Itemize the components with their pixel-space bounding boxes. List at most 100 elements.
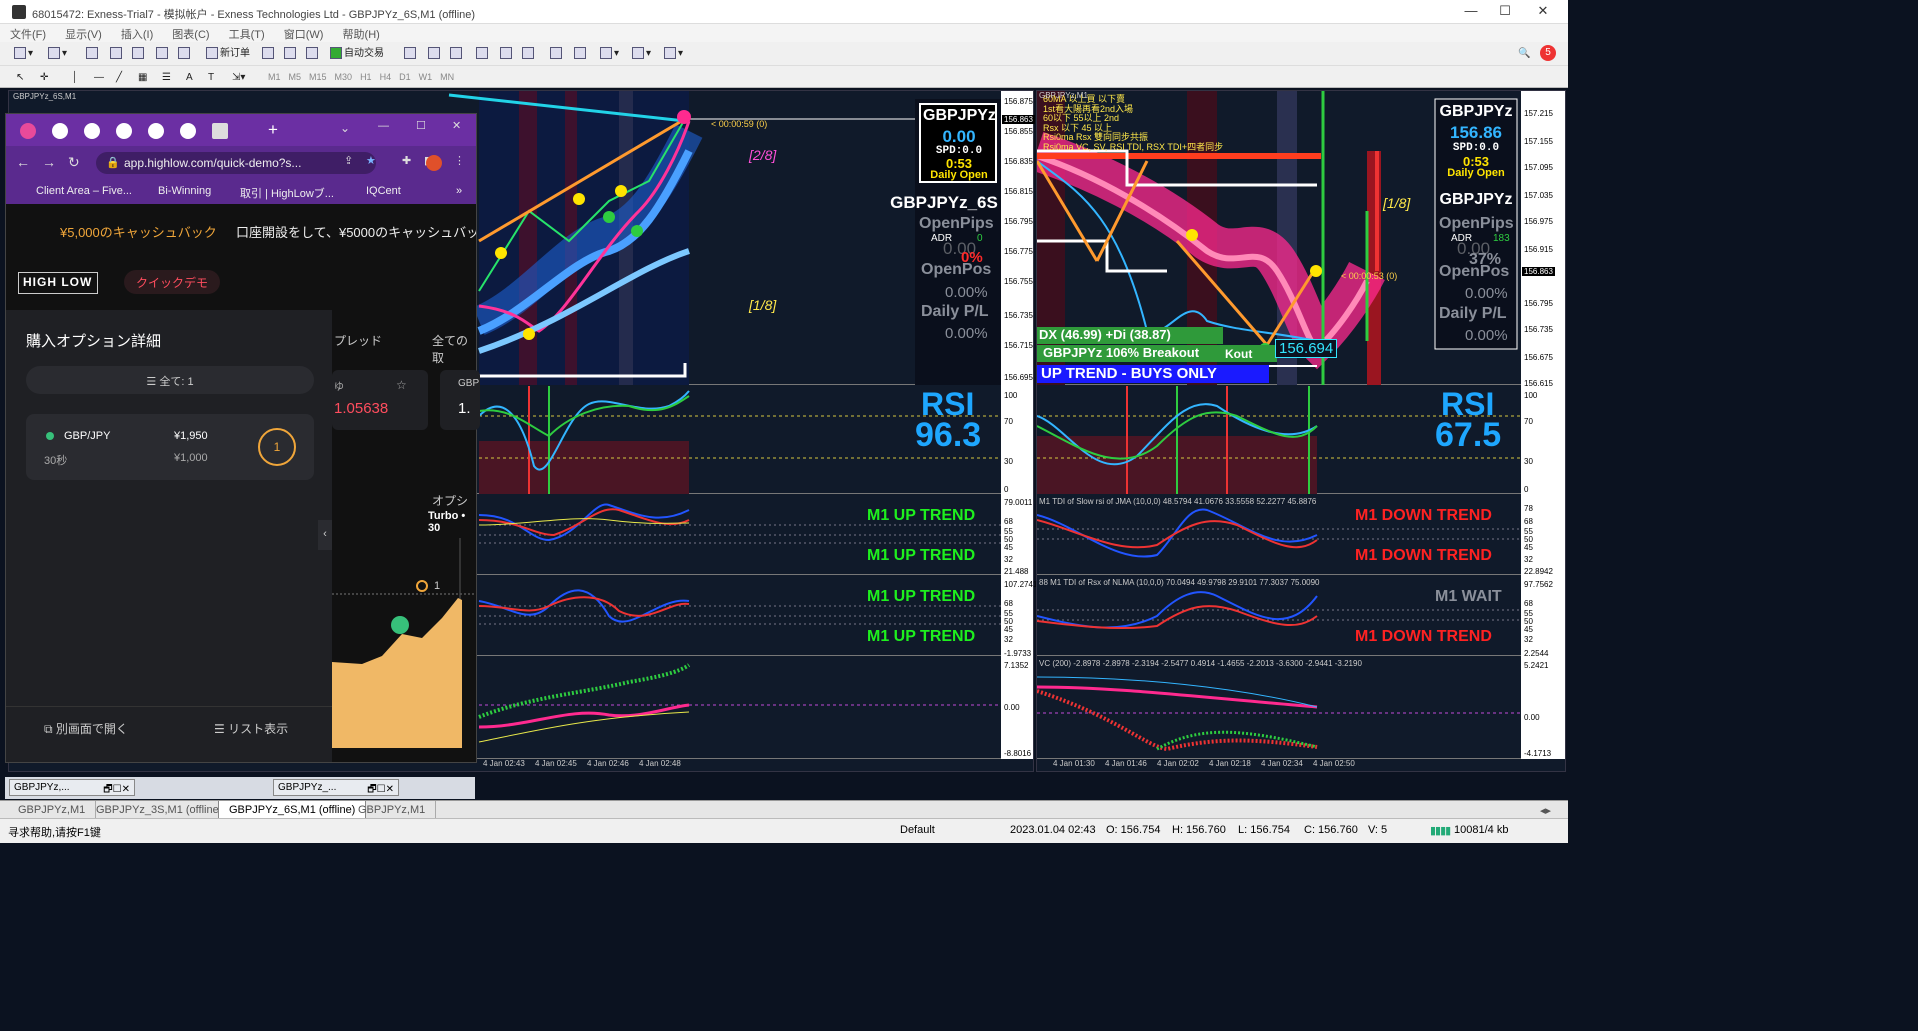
url-input[interactable]: app.highlow.com/quick-demo?s... bbox=[96, 152, 376, 174]
promo-banner[interactable]: ¥5,000のキャッシュバック 口座開設をして、¥5000のキャッシュバッ bbox=[6, 204, 476, 256]
periods-button[interactable]: ▾ bbox=[630, 45, 653, 62]
bookmark-item[interactable]: Client Area – Five... bbox=[36, 185, 132, 197]
timeframe-m1[interactable]: M1 bbox=[268, 69, 281, 86]
cursor-tool[interactable]: ↖ bbox=[14, 69, 30, 86]
search-button[interactable]: 🔍 bbox=[1516, 45, 1532, 62]
maximize-button[interactable]: ☐ bbox=[1490, 3, 1520, 21]
minimize-button[interactable]: — bbox=[1456, 3, 1486, 21]
globe-tab-icon[interactable] bbox=[180, 123, 196, 139]
arrows-tool[interactable]: ⇲▾ bbox=[230, 69, 247, 86]
menu-tools[interactable]: 工具(T) bbox=[229, 26, 265, 42]
zoom-in-button[interactable] bbox=[474, 45, 492, 62]
timeframe-w1[interactable]: W1 bbox=[419, 69, 433, 86]
data-window-button[interactable] bbox=[108, 45, 126, 62]
tab-scroll-arrows[interactable]: ◂▸ bbox=[1530, 801, 1561, 819]
candle-chart-button[interactable] bbox=[426, 45, 444, 62]
auto-scroll-button[interactable] bbox=[572, 45, 590, 62]
open-new-window-button[interactable]: ⧉ 別画面で開く bbox=[44, 720, 128, 737]
browser-window[interactable]: + ⌄ — ☐ ✕ ← → ↻ app.highlow.com/quick-de… bbox=[5, 113, 480, 763]
filter-dropdown[interactable]: ☰ 全て: 1 bbox=[26, 366, 314, 394]
asset-card-2[interactable]: GBP 1. bbox=[440, 370, 480, 430]
tab-favicon[interactable] bbox=[20, 123, 36, 139]
rsi-pane-right[interactable]: RSI 67.5 bbox=[1037, 386, 1521, 494]
tdi-pane-right-2[interactable]: 88 M1 TDI of Rsx of NLMA (10,0,0) 70.049… bbox=[1037, 576, 1521, 656]
timeframe-h4[interactable]: H4 bbox=[380, 69, 392, 86]
indicators-button[interactable]: ▾ bbox=[598, 45, 621, 62]
tester-button[interactable] bbox=[176, 45, 194, 62]
bookmark-item[interactable]: IQCent bbox=[366, 185, 401, 197]
label-tool[interactable]: T bbox=[206, 69, 222, 86]
auto-trading-button[interactable]: 自动交易 bbox=[328, 45, 386, 62]
zoom-out-button[interactable] bbox=[498, 45, 516, 62]
menu-window[interactable]: 窗口(W) bbox=[284, 26, 324, 42]
timeframe-m30[interactable]: M30 bbox=[335, 69, 353, 86]
profiles-button[interactable]: ▾ bbox=[46, 45, 69, 62]
channel-tool[interactable]: ▦ bbox=[136, 69, 152, 86]
status-profile[interactable]: Default bbox=[900, 824, 935, 836]
google-tab-icon[interactable] bbox=[116, 123, 132, 139]
chart-shift-button[interactable] bbox=[548, 45, 566, 62]
new-order-button[interactable]: 新订单 bbox=[204, 45, 252, 62]
horizontal-line-tool[interactable]: — bbox=[92, 69, 108, 86]
price-pane-right[interactable]: 60MA 以上買 以下賣 1st看大陽再看2nd入場 60以下 55以上 2nd… bbox=[1037, 91, 1521, 385]
close-button[interactable]: ✕ bbox=[1528, 3, 1558, 21]
menu-charts[interactable]: 图表(C) bbox=[172, 26, 209, 42]
price-axis-left[interactable]: 156.875 156.863 156.855 156.835 156.815 … bbox=[1001, 91, 1037, 759]
notifications-badge[interactable]: 5 bbox=[1540, 45, 1556, 61]
menu-file[interactable]: 文件(F) bbox=[10, 26, 46, 42]
chart-tab-active[interactable]: GBPJPYz_6S,M1 (offline) bbox=[218, 801, 367, 819]
menu-help[interactable]: 帮助(H) bbox=[343, 26, 380, 42]
fibo-tool[interactable]: ☰ bbox=[160, 69, 176, 86]
timeframe-m15[interactable]: M15 bbox=[309, 69, 327, 86]
collapse-panel-icon[interactable]: ‹ bbox=[318, 520, 332, 550]
bookmark-item[interactable]: 取引 | HighLowブ... bbox=[240, 185, 334, 201]
trendline-tool[interactable]: ╱ bbox=[114, 69, 130, 86]
text-tool[interactable]: A bbox=[184, 69, 200, 86]
option-card[interactable]: GBP/JPY 30秒 ¥1,950 ¥1,000 1 bbox=[26, 414, 314, 480]
back-icon[interactable]: ← bbox=[16, 154, 30, 170]
google-tab-icon[interactable] bbox=[148, 123, 164, 139]
metaeditor-button[interactable] bbox=[260, 45, 278, 62]
minimized-chart-1[interactable]: GBPJPYz,... 🗗☐✕ bbox=[9, 779, 135, 796]
timeframe-mn[interactable]: MN bbox=[440, 69, 454, 86]
market-button[interactable] bbox=[304, 45, 322, 62]
browser-minimize[interactable]: — bbox=[378, 120, 389, 132]
chart-tab[interactable]: GBPJPYz,M1 bbox=[348, 801, 437, 819]
menu-insert[interactable]: 插入(I) bbox=[121, 26, 153, 42]
star-icon[interactable]: ★ bbox=[366, 154, 376, 167]
restore-icons[interactable]: 🗗☐✕ bbox=[103, 782, 130, 799]
profile-avatar[interactable] bbox=[426, 155, 442, 171]
menu-view[interactable]: 显示(V) bbox=[65, 26, 102, 42]
reload-icon[interactable]: ↻ bbox=[68, 154, 80, 171]
oscillator-pane-right[interactable]: VC (200) -2.8978 -2.8978 -2.3194 -2.5477… bbox=[1037, 657, 1521, 759]
favorite-star-icon[interactable]: ☆ bbox=[396, 378, 407, 392]
restore-icons[interactable]: 🗗☐✕ bbox=[367, 782, 394, 799]
timeframe-d1[interactable]: D1 bbox=[399, 69, 411, 86]
extensions-icon[interactable]: ✚ bbox=[402, 154, 411, 167]
terminal-button[interactable] bbox=[154, 45, 172, 62]
google-tab-icon[interactable] bbox=[84, 123, 100, 139]
templates-button[interactable]: ▾ bbox=[662, 45, 685, 62]
bookmarks-more[interactable]: » bbox=[456, 185, 462, 197]
browser-close[interactable]: ✕ bbox=[452, 119, 461, 132]
timeframe-m5[interactable]: M5 bbox=[289, 69, 302, 86]
google-tab-icon[interactable] bbox=[52, 123, 68, 139]
share-icon[interactable]: ⇪ bbox=[344, 154, 353, 167]
navigator-button[interactable] bbox=[130, 45, 148, 62]
minimized-chart-2[interactable]: GBPJPYz_... 🗗☐✕ bbox=[273, 779, 399, 796]
new-tab-button[interactable]: + bbox=[268, 120, 278, 140]
asset-card[interactable]: ゆ ☆ 1.05638 bbox=[332, 370, 428, 430]
tab-list-icon[interactable]: ⌄ bbox=[340, 121, 350, 135]
chart-tab[interactable]: GBPJPYz,M1 bbox=[8, 801, 97, 819]
quick-demo-button[interactable]: クイックデモ bbox=[124, 270, 221, 294]
chart-tab-icon[interactable] bbox=[212, 123, 228, 139]
vertical-line-tool[interactable]: │ bbox=[70, 69, 86, 86]
crosshair-tool[interactable]: ✛ bbox=[38, 69, 54, 86]
chart-tab[interactable]: GBPJPYz_3S,M1 (offline) bbox=[86, 801, 234, 819]
menu-dots-icon[interactable]: ⋮ bbox=[454, 154, 465, 167]
tdi-pane-right-1[interactable]: M1 TDI of Slow rsi of JMA (10,0,0) 48.57… bbox=[1037, 495, 1521, 575]
list-view-button[interactable]: ☰ リスト表示 bbox=[214, 720, 288, 737]
bookmark-item[interactable]: Bi-Winning bbox=[158, 185, 211, 197]
chart-window-right[interactable]: 60MA 以上買 以下賣 1st看大陽再看2nd入場 60以下 55以上 2nd… bbox=[1036, 90, 1566, 772]
signals-button[interactable] bbox=[282, 45, 300, 62]
